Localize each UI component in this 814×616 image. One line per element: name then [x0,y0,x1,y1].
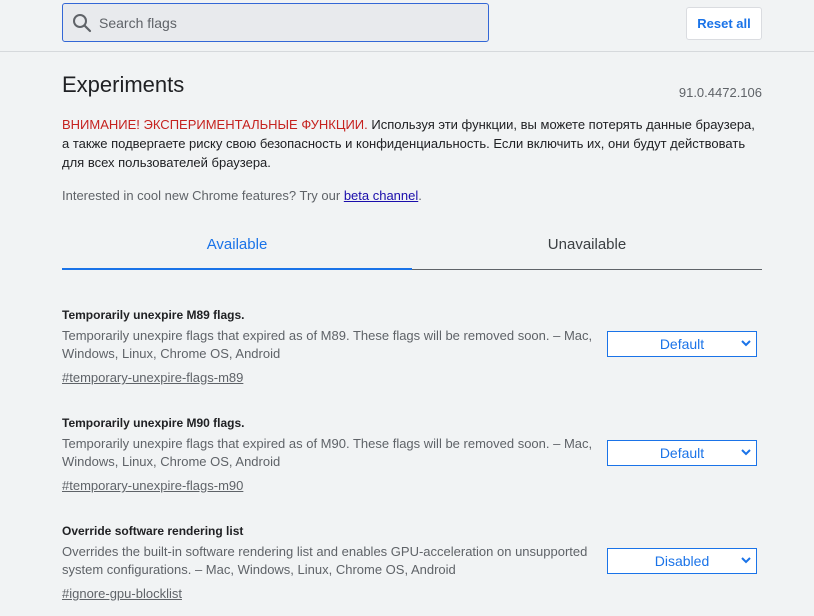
chevron-down-icon [741,557,751,564]
flag-description: Temporarily unexpire flags that expired … [62,436,593,469]
flag-state-value: Default [659,445,705,461]
tab-strip: Available Unavailable [62,224,762,270]
search-box[interactable] [62,3,489,42]
flag-name: Temporarily unexpire M89 flags. [62,308,245,322]
tab-available[interactable]: Available [62,224,412,270]
flag-state-select[interactable]: Default [607,440,757,466]
search-input[interactable] [99,4,479,41]
tab-unavailable[interactable]: Unavailable [412,224,762,270]
flag-state-select[interactable]: Disabled [607,548,757,574]
flag-permalink[interactable]: #ignore-gpu-blocklist [62,586,182,601]
beta-channel-note: Interested in cool new Chrome features? … [62,188,422,203]
flag-state-value: Default [659,336,705,352]
chevron-down-icon [741,449,751,456]
chevron-down-icon [741,340,751,347]
warning-message: ВНИМАНИЕ! ЭКСПЕРИМЕНТАЛЬНЫЕ ФУНКЦИИ. Исп… [62,115,762,172]
flag-name: Temporarily unexpire M90 flags. [62,416,245,430]
beta-channel-link[interactable]: beta channel [344,188,418,203]
page-title: Experiments [62,72,185,97]
beta-note-prefix: Interested in cool new Chrome features? … [62,188,344,203]
warning-heading: ВНИМАНИЕ! ЭКСПЕРИМЕНТАЛЬНЫЕ ФУНКЦИИ. [62,117,368,132]
flag-permalink[interactable]: #temporary-unexpire-flags-m89 [62,370,243,385]
flag-description: Temporarily unexpire flags that expired … [62,328,593,361]
search-icon [73,14,92,33]
header-bar: Reset all [0,0,814,52]
flag-name: Override software rendering list [62,524,244,538]
flag-description: Overrides the built-in software renderin… [62,544,588,577]
version-label: 91.0.4472.106 [678,85,762,100]
flag-state-select[interactable]: Default [607,331,757,357]
beta-note-suffix: . [418,188,422,203]
flag-state-value: Disabled [654,553,710,569]
reset-all-button[interactable]: Reset all [686,7,762,40]
flag-permalink[interactable]: #temporary-unexpire-flags-m90 [62,478,243,493]
